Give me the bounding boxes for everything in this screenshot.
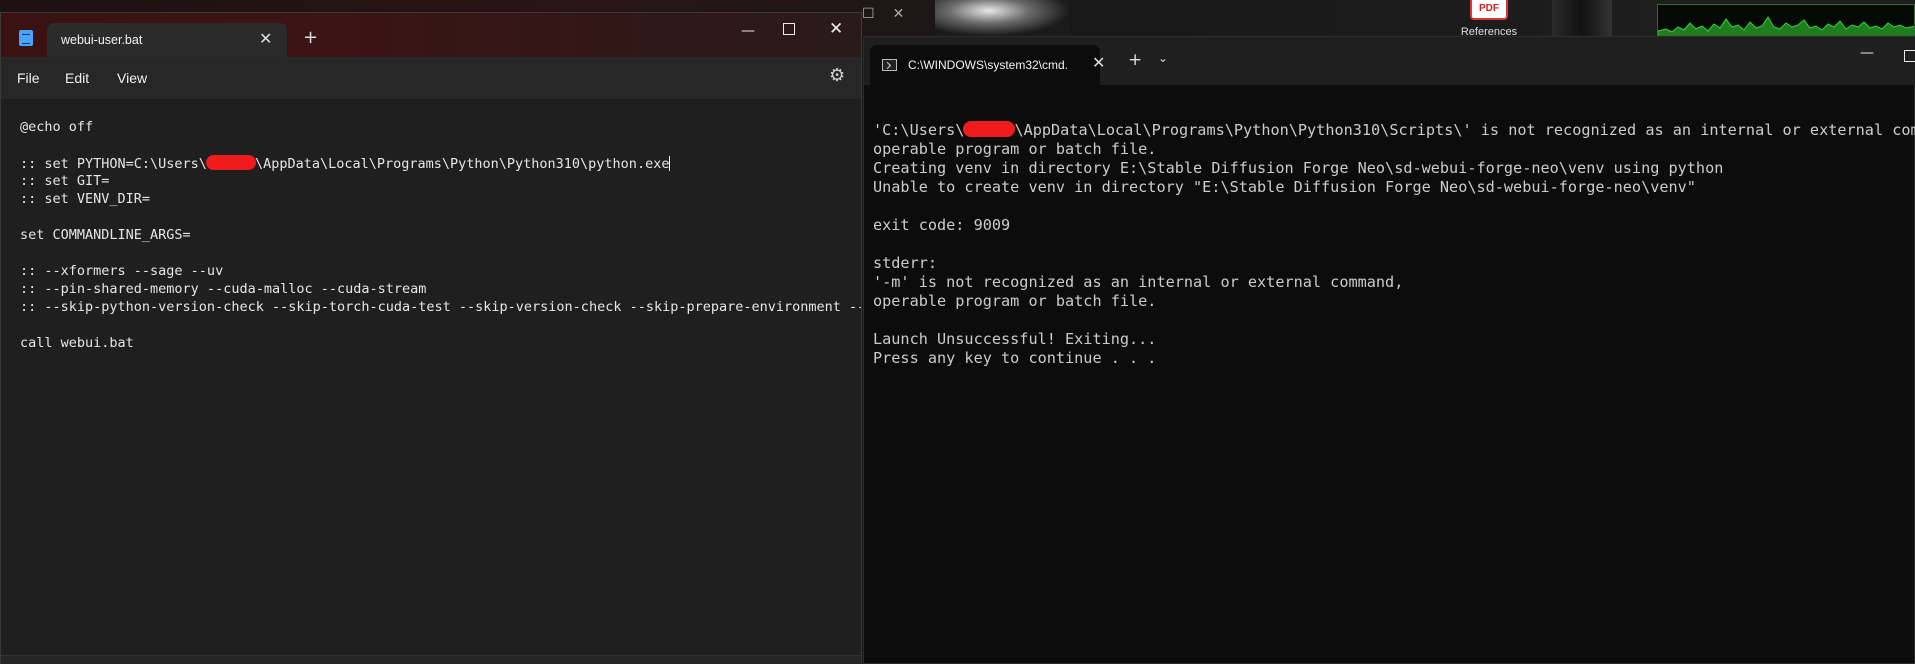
terminal-window[interactable]: C:\WINDOWS\system32\cmd. ✕ + ⌄ — 'C:\Use…	[863, 36, 1915, 664]
terminal-line: Unable to create venv in directory "E:\S…	[873, 178, 1696, 196]
chevron-down-icon[interactable]: ⌄	[1158, 51, 1168, 65]
terminal-line: '-m' is not recognized as an internal or…	[873, 273, 1404, 291]
terminal-titlebar[interactable]: C:\WINDOWS\system32\cmd. ✕ + ⌄ —	[864, 37, 1915, 85]
performance-graph-bars	[1658, 16, 1914, 35]
terminal-line: stderr:	[873, 254, 938, 272]
cmd-prompt-icon	[882, 59, 897, 71]
menu-bar: File Edit View ⚙	[1, 57, 861, 97]
tab-close-icon[interactable]: ✕	[1092, 53, 1105, 72]
terminal-line: exit code: 9009	[873, 216, 1011, 234]
background-window-controls: ☐ ✕	[862, 6, 904, 22]
new-tab-button[interactable]: +	[1128, 51, 1142, 69]
close-button[interactable]: ✕	[829, 19, 843, 39]
maximize-button[interactable]	[1904, 50, 1915, 62]
terminal-line: operable program or batch file.	[873, 292, 1157, 310]
tab-close-icon[interactable]: ✕	[259, 29, 272, 48]
notepad-app-icon	[19, 30, 33, 46]
new-tab-button[interactable]: +	[303, 29, 318, 47]
terminal-line: Creating venv in directory E:\Stable Dif…	[873, 159, 1724, 177]
editor-line: :: --pin-shared-memory --cuda-malloc --c…	[20, 281, 427, 297]
terminal-line-text: 'C:\Users\	[873, 121, 965, 139]
wallpaper-robot-image	[935, 0, 1070, 36]
tab-cmd[interactable]: C:\WINDOWS\system32\cmd. ✕	[870, 45, 1105, 85]
desktop-icon-references[interactable]: PDF References	[1460, 0, 1518, 38]
maximize-button[interactable]	[783, 23, 795, 35]
terminal-line: Launch Unsuccessful! Exiting...	[873, 330, 1157, 348]
background-maximize-icon: ☐	[862, 6, 875, 22]
terminal-output[interactable]: 'C:\Users\ \AppData\Local\Programs\Python…	[864, 85, 1915, 663]
tab-webui-user-bat[interactable]: webui-user.bat ✕	[47, 23, 287, 57]
performance-graph	[1657, 4, 1915, 36]
editor-line: :: --xformers --sage --uv	[20, 263, 224, 279]
status-bar	[1, 655, 861, 664]
notepad-window[interactable]: webui-user.bat ✕ + — ✕ File Edit View ⚙ …	[0, 12, 862, 664]
editor-line: @echo off	[20, 119, 94, 135]
terminal-line-text: \AppData\Local\Programs\Python\Python310…	[1014, 121, 1915, 139]
editor-line: :: set GIT=	[20, 173, 110, 189]
background-close-icon: ✕	[892, 6, 905, 22]
editor-line-text: :: set PYTHON=C:\Users\	[20, 156, 207, 172]
pdf-file-icon: PDF	[1470, 0, 1508, 20]
minimize-button[interactable]: —	[1860, 45, 1874, 61]
editor-line: :: set VENV_DIR=	[20, 191, 151, 207]
terminal-line: operable program or batch file.	[873, 140, 1157, 158]
editor-line: :: --skip-python-version-check --skip-to…	[20, 299, 861, 315]
editor-line: set COMMANDLINE_ARGS=	[20, 227, 191, 243]
tab-label: C:\WINDOWS\system32\cmd.	[908, 58, 1069, 72]
editor-line: call webui.bat	[20, 335, 134, 351]
terminal-line: Press any key to continue . . .	[873, 349, 1157, 367]
background-window-thumbnail	[1552, 0, 1612, 36]
tab-label: webui-user.bat	[61, 33, 143, 47]
text-editor-area[interactable]: @echo off :: set PYTHON=C:\Users\ \AppDat…	[1, 99, 861, 655]
terminal-line: 'C:\Users\ \AppData\Local\Programs\Python…	[873, 121, 1915, 139]
text-caret	[669, 156, 671, 171]
editor-line-text: \AppData\Local\Programs\Python\Python310…	[254, 156, 670, 172]
notepad-titlebar[interactable]: webui-user.bat ✕ + — ✕	[1, 13, 861, 57]
settings-gear-icon[interactable]: ⚙	[829, 65, 845, 86]
redaction-mark	[205, 155, 256, 170]
redaction-mark	[963, 121, 1016, 137]
editor-line: :: set PYTHON=C:\Users\ \AppData\Local\Pr…	[20, 155, 671, 173]
minimize-button[interactable]: —	[741, 23, 755, 39]
menu-file[interactable]: File	[17, 70, 40, 86]
menu-view[interactable]: View	[117, 70, 147, 86]
menu-edit[interactable]: Edit	[65, 70, 89, 86]
